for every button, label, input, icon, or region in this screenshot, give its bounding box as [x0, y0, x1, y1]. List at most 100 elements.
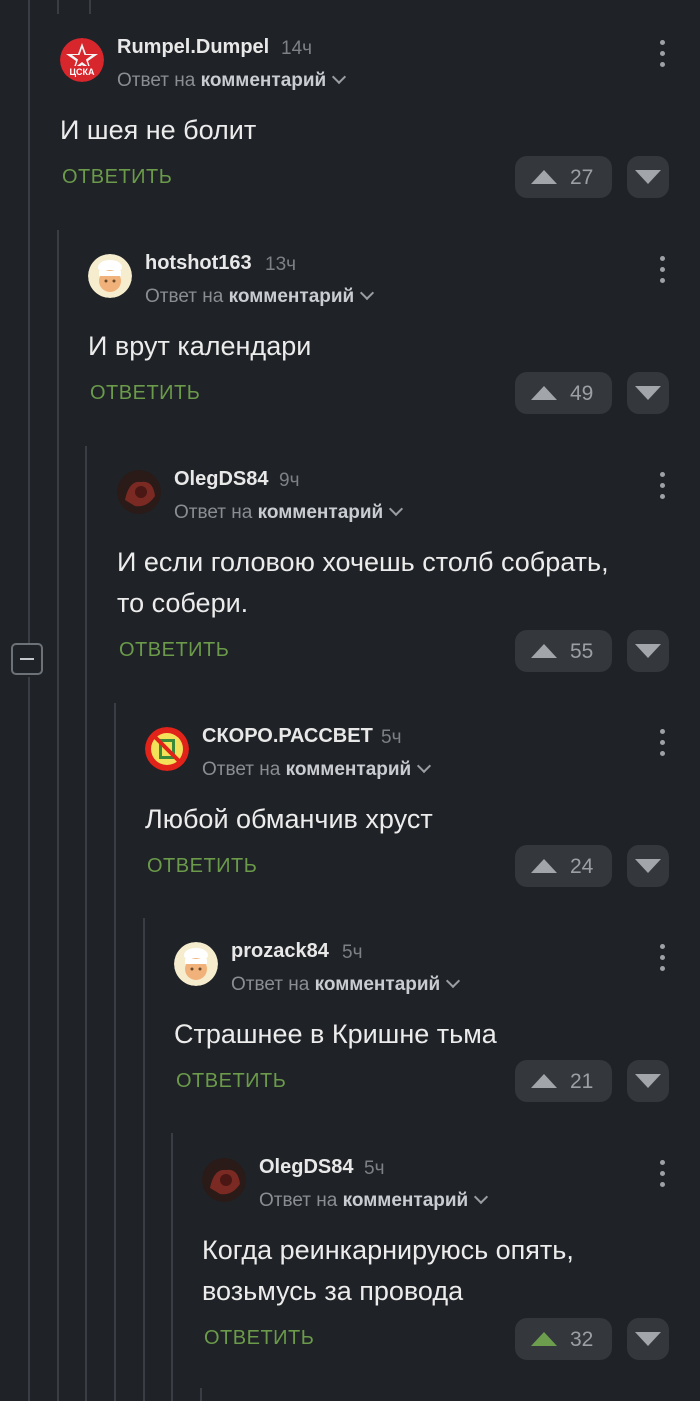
chef-avatar[interactable]: [88, 254, 132, 298]
reply-to-link[interactable]: Ответ на комментарий: [145, 285, 375, 308]
thread-line: [57, 230, 59, 1401]
reply-to-prefix: Ответ на: [231, 974, 310, 995]
upvote-button[interactable]: 32: [515, 1318, 612, 1360]
comment: OlegDS84 5ч Ответ на комментарий Когда р…: [202, 1150, 700, 1390]
author-name[interactable]: Rumpel.Dumpel: [117, 36, 269, 59]
kebab-menu-icon[interactable]: [660, 40, 666, 68]
comment-time: 5ч: [342, 942, 363, 963]
downvote-button[interactable]: [627, 845, 669, 887]
chevron-down-icon: [474, 1189, 489, 1205]
reply-to-target: комментарий: [228, 286, 355, 307]
comment: OlegDS84 9ч Ответ на комментарий И если …: [117, 462, 700, 712]
comment-text: И шея не болит: [60, 115, 257, 145]
comment-time: 9ч: [279, 470, 300, 491]
upvote-button[interactable]: 27: [515, 156, 612, 198]
reply-to-link[interactable]: Ответ на комментарий: [231, 973, 461, 996]
upvote-button[interactable]: 24: [515, 845, 612, 887]
chevron-down-icon: [417, 758, 432, 774]
chef-avatar[interactable]: [174, 942, 218, 986]
no-entry-avatar[interactable]: [145, 727, 189, 771]
comment-time: 5ч: [364, 1158, 385, 1179]
comment-time: 13ч: [265, 254, 297, 275]
thread-line: [28, 0, 30, 643]
reply-to-link[interactable]: Ответ на комментарий: [174, 501, 404, 524]
downvote-button[interactable]: [627, 1318, 669, 1360]
reply-button[interactable]: ОТВЕТИТЬ: [119, 639, 229, 662]
downvote-button[interactable]: [627, 1060, 669, 1102]
reply-to-prefix: Ответ на: [202, 759, 281, 780]
reply-to-link[interactable]: Ответ на комментарий: [202, 758, 432, 781]
upvote-button[interactable]: 49: [515, 372, 612, 414]
reply-to-prefix: Ответ на: [117, 70, 196, 91]
downvote-button[interactable]: [627, 156, 669, 198]
reply-button[interactable]: ОТВЕТИТЬ: [204, 1327, 314, 1350]
thread-line: [89, 0, 91, 14]
comment-text: И если головою хочешь столб собрать, то …: [117, 547, 609, 618]
upvote-icon: [531, 386, 557, 400]
downvote-icon: [635, 170, 661, 184]
thread-line: [85, 446, 87, 1401]
thread-line: [114, 703, 116, 1401]
upvote-icon: [531, 1074, 557, 1088]
reply-to-target: комментарий: [257, 502, 384, 523]
upvote-icon: [531, 1332, 557, 1346]
comment: prozack84 5ч Ответ на комментарий Страшн…: [174, 934, 700, 1150]
kebab-menu-icon[interactable]: [660, 729, 666, 757]
dark-avatar[interactable]: [117, 470, 161, 514]
thread-line: [171, 1133, 173, 1401]
kebab-menu-icon[interactable]: [660, 944, 666, 972]
downvote-icon: [635, 644, 661, 658]
kebab-menu-icon[interactable]: [660, 1160, 666, 1188]
reply-button[interactable]: ОТВЕТИТЬ: [62, 166, 172, 189]
author-name[interactable]: prozack84: [231, 940, 329, 963]
kebab-menu-icon[interactable]: [660, 256, 666, 284]
vote-count: 27: [570, 166, 594, 189]
downvote-icon: [635, 859, 661, 873]
reply-to-target: комментарий: [342, 1190, 469, 1211]
comment-time: 5ч: [381, 727, 402, 748]
author-name[interactable]: hotshot163: [145, 252, 252, 275]
author-name[interactable]: OlegDS84: [259, 1156, 353, 1179]
reply-to-prefix: Ответ на: [174, 502, 253, 523]
comment-text: Когда реинкарнируюсь опять, возьмусь за …: [202, 1235, 574, 1306]
reply-button[interactable]: ОТВЕТИТЬ: [176, 1070, 286, 1093]
comment: hotshot163 13ч Ответ на комментарий И вр…: [88, 246, 700, 462]
upvote-icon: [531, 170, 557, 184]
chevron-down-icon: [446, 973, 461, 989]
upvote-icon: [531, 644, 557, 658]
upvote-icon: [531, 859, 557, 873]
kebab-menu-icon[interactable]: [660, 472, 666, 500]
reply-to-target: комментарий: [314, 974, 441, 995]
vote-count: 32: [570, 1328, 594, 1351]
upvote-button[interactable]: 21: [515, 1060, 612, 1102]
downvote-button[interactable]: [627, 630, 669, 672]
comment-text: Страшнее в Кришне тьма: [174, 1019, 497, 1049]
reply-to-link[interactable]: Ответ на комментарий: [259, 1189, 489, 1212]
comment-text: И врут календари: [88, 331, 312, 361]
vote-count: 55: [570, 640, 594, 663]
thread-line: [57, 0, 59, 14]
reply-to-prefix: Ответ на: [259, 1190, 338, 1211]
reply-button[interactable]: ОТВЕТИТЬ: [147, 855, 257, 878]
chevron-down-icon: [360, 285, 375, 301]
svg-text:ЦСКА: ЦСКА: [69, 67, 95, 77]
dark-avatar[interactable]: [202, 1158, 246, 1202]
author-name[interactable]: СКОРО.РАССВЕТ: [202, 725, 373, 748]
downvote-icon: [635, 1332, 661, 1346]
reply-button[interactable]: ОТВЕТИТЬ: [90, 382, 200, 405]
comment: СКОРО.РАССВЕТ 5ч Ответ на комментарий Лю…: [145, 719, 700, 935]
downvote-button[interactable]: [627, 372, 669, 414]
chevron-down-icon: [389, 501, 404, 517]
reply-to-target: комментарий: [200, 70, 327, 91]
reply-to-link[interactable]: Ответ на комментарий: [117, 69, 347, 92]
comment: ЦСКА Rumpel.Dumpel 14ч Ответ на коммента…: [60, 30, 700, 246]
vote-count: 49: [570, 382, 594, 405]
cska-avatar[interactable]: ЦСКА: [60, 38, 104, 82]
author-name[interactable]: OlegDS84: [174, 468, 268, 491]
upvote-button[interactable]: 55: [515, 630, 612, 672]
collapse-icon[interactable]: [11, 643, 43, 675]
reply-to-target: комментарий: [285, 759, 412, 780]
thread-line: [28, 677, 30, 1401]
comment-text: Любой обманчив хруст: [145, 804, 433, 834]
downvote-icon: [635, 386, 661, 400]
